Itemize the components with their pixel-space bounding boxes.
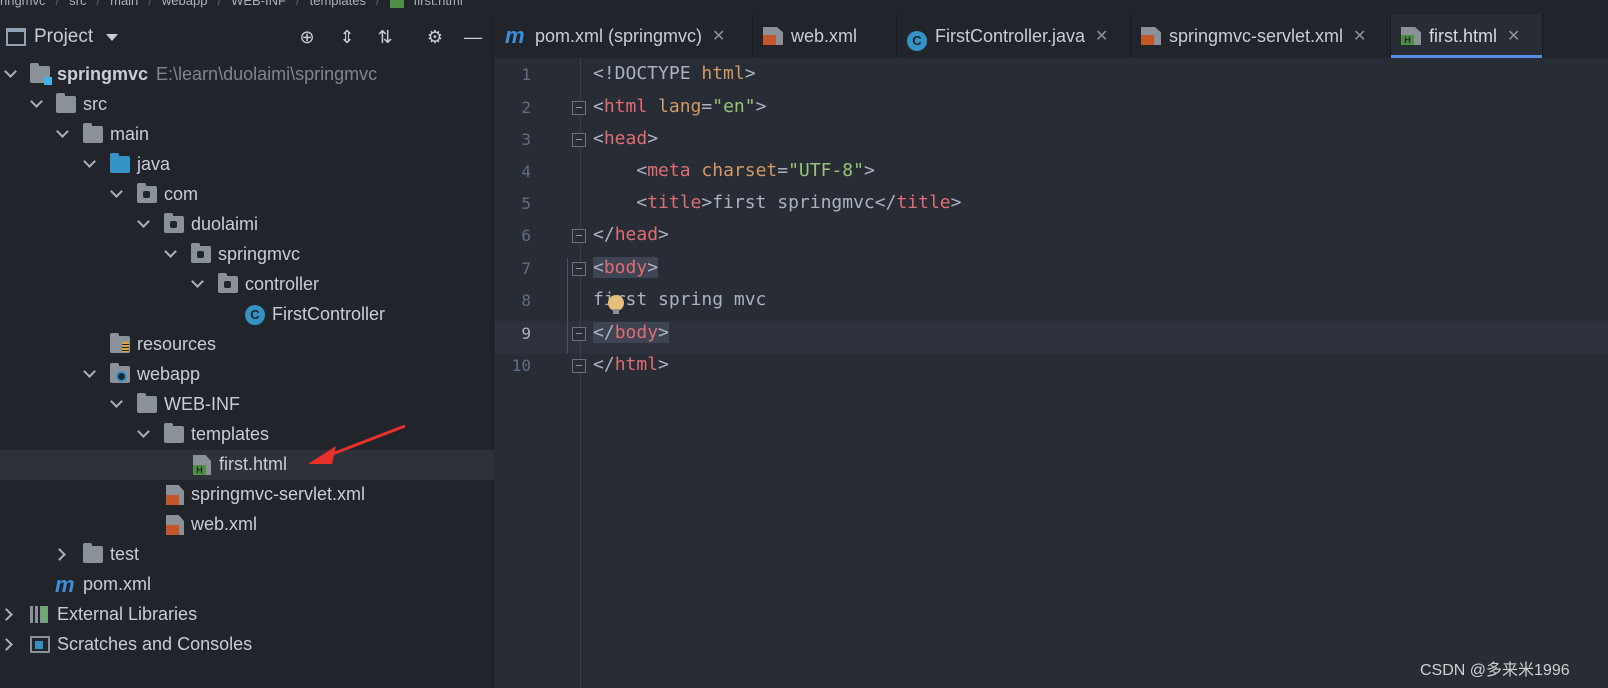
code-line[interactable]: </body>	[593, 322, 669, 343]
html-icon	[1401, 27, 1421, 45]
maven-icon: m	[505, 23, 525, 48]
code-line[interactable]: <meta charset="UTF-8">	[593, 160, 874, 181]
fold-marker-icon[interactable]	[572, 101, 586, 115]
close-icon[interactable]: ✕	[712, 26, 725, 46]
line-number: 1	[521, 65, 531, 84]
fold-marker-icon[interactable]	[572, 262, 586, 276]
line-number: 3	[521, 130, 531, 149]
fold-marker-icon[interactable]	[572, 133, 586, 147]
close-icon[interactable]: ✕	[1095, 26, 1108, 46]
line-number: 6	[521, 226, 531, 245]
close-icon[interactable]: ✕	[1353, 26, 1366, 46]
code-line[interactable]: </html>	[593, 354, 669, 375]
watermark: CSDN @多来米1996	[1420, 662, 1570, 679]
web-xml-icon	[763, 27, 783, 45]
line-number: 10	[511, 356, 531, 375]
tab-label: springmvc-servlet.xml	[1169, 25, 1344, 46]
line-number: 8	[521, 291, 531, 310]
fold-marker-icon[interactable]	[572, 359, 586, 373]
line-number: 4	[521, 162, 531, 181]
java-class-icon: C	[907, 31, 927, 51]
tab-label: pom.xml (springmvc)	[535, 25, 703, 46]
editor-tab-bar: m pom.xml (springmvc) ✕ web.xml C FirstC…	[495, 14, 1608, 58]
fold-marker-icon[interactable]	[572, 229, 586, 243]
spring-xml-icon	[1141, 27, 1161, 45]
code-line[interactable]: <title>first springmvc</title>	[593, 192, 961, 213]
indent-guide	[567, 258, 568, 354]
tab-label: FirstController.java	[935, 25, 1086, 46]
code-line[interactable]: <!DOCTYPE html>	[593, 63, 756, 84]
tab-springmvc-servlet-xml[interactable]: springmvc-servlet.xml ✕	[1131, 14, 1391, 58]
gutter-divider	[580, 58, 581, 688]
line-number: 2	[521, 98, 531, 117]
code-editor[interactable]: 1 2 3 4 5 6 7 8 9 10 <!DOCTYPE html> <htm…	[495, 58, 1608, 688]
line-number: 9	[521, 324, 531, 343]
code-line[interactable]: <html lang="en">	[593, 96, 766, 117]
line-number: 7	[521, 259, 531, 278]
annotation-arrow	[308, 424, 406, 464]
tab-pom-xml[interactable]: m pom.xml (springmvc) ✕	[495, 14, 753, 58]
code-line[interactable]: <head>	[593, 128, 658, 149]
fold-marker-icon[interactable]	[572, 327, 586, 341]
tab-firstcontroller-java[interactable]: C FirstController.java ✕	[897, 14, 1131, 58]
tab-web-xml[interactable]: web.xml	[753, 14, 897, 58]
tab-first-html[interactable]: first.html ✕	[1391, 14, 1543, 58]
lightbulb-icon[interactable]	[608, 295, 624, 314]
line-number: 5	[521, 194, 531, 213]
tab-label: first.html	[1429, 25, 1498, 46]
code-line[interactable]: </head>	[593, 224, 669, 245]
code-line[interactable]: <body>	[593, 257, 659, 278]
close-icon[interactable]: ✕	[1507, 26, 1520, 46]
tab-label: web.xml	[791, 25, 858, 46]
